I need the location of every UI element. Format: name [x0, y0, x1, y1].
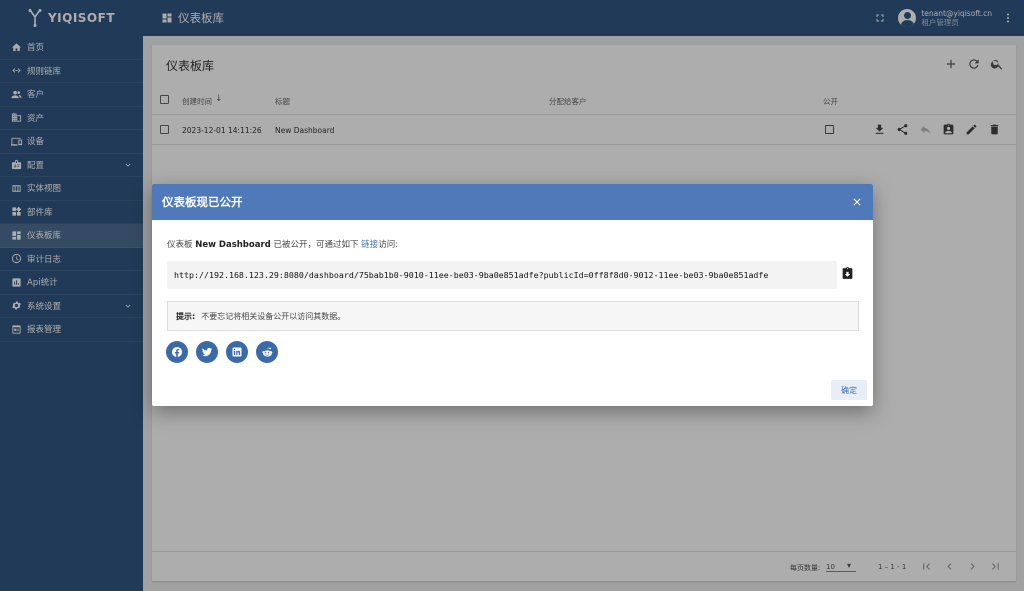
- linkedin-icon[interactable]: [226, 341, 248, 363]
- dashboard-name: New Dashboard: [195, 240, 271, 250]
- twitter-icon[interactable]: [196, 341, 218, 363]
- copy-icon[interactable]: [841, 267, 855, 281]
- dashboard-public-dialog: 仪表板现已公开 仪表板 New Dashboard 已被公开，可通过如下 链接访…: [152, 184, 873, 406]
- ok-button[interactable]: 确定: [831, 380, 867, 400]
- dialog-message: 仪表板 New Dashboard 已被公开，可通过如下 链接访问:: [167, 238, 398, 250]
- dialog-header: 仪表板现已公开: [152, 184, 873, 220]
- close-icon[interactable]: [851, 196, 863, 208]
- msg-suffix: 访问:: [378, 240, 399, 250]
- dialog-title: 仪表板现已公开: [162, 195, 243, 209]
- hint-box: 提示: 不要忘记将相关设备公开以访问其数据。: [167, 301, 859, 331]
- facebook-icon[interactable]: [166, 341, 188, 363]
- link-text[interactable]: 链接: [361, 240, 378, 250]
- hint-text: 不要忘记将相关设备公开以访问其数据。: [201, 311, 346, 321]
- msg-mid: 已被公开，可通过如下: [273, 240, 359, 250]
- msg-prefix: 仪表板: [167, 240, 193, 250]
- public-url-field[interactable]: http://192.168.123.29:8080/dashboard/75b…: [167, 261, 837, 289]
- hint-label: 提示:: [176, 311, 196, 321]
- reddit-icon[interactable]: [256, 341, 278, 363]
